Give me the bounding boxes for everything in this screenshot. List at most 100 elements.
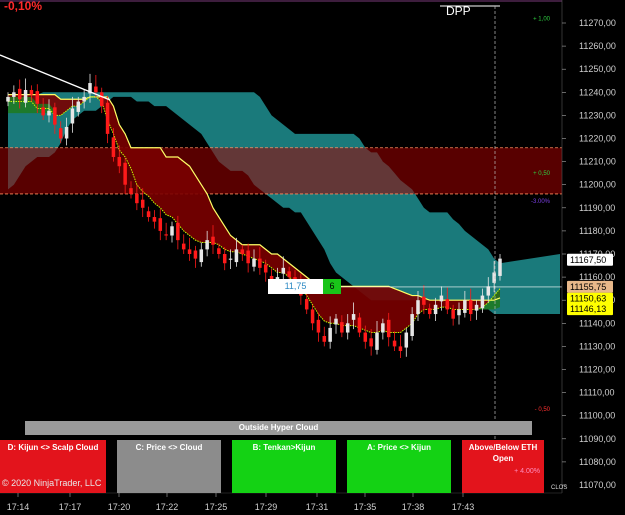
candle-body: [146, 211, 151, 218]
hyper-cloud-status-bar: Outside Hyper Cloud: [25, 421, 532, 435]
y-tick-label: 11080,00: [579, 457, 616, 467]
x-tick-label: 17:29: [255, 502, 278, 512]
x-tick-label: 17:35: [354, 502, 377, 512]
y-tick-label: 11070,00: [579, 480, 616, 490]
candle-body: [263, 264, 268, 273]
candle-body: [433, 304, 438, 315]
candle-body: [117, 156, 122, 167]
x-tick-label: 17:43: [452, 502, 475, 512]
candle-body: [439, 295, 444, 302]
candle-body: [486, 286, 491, 296]
y-tick-label: 11120,00: [579, 365, 615, 375]
signal-sub-label: + 4.00%: [514, 468, 540, 475]
candle-body: [70, 108, 75, 124]
candle-body: [176, 222, 180, 241]
candle-body: [480, 295, 485, 309]
candle-body: [468, 300, 473, 315]
candle-body: [474, 304, 479, 311]
zone-label: + 0,50: [533, 171, 551, 177]
candle-body: [492, 272, 496, 283]
candle-body: [345, 323, 350, 333]
candle-body: [205, 240, 209, 250]
y-tick-label: 11130,00: [579, 341, 615, 351]
candle-body: [82, 96, 86, 102]
candle-body: [304, 299, 309, 310]
y-tick-label: 11210,00: [579, 157, 616, 167]
candle-body: [211, 236, 215, 245]
y-tick-label: 11240,00: [579, 87, 616, 97]
candle-body: [170, 226, 174, 236]
y-tick-label: 11260,00: [579, 41, 616, 51]
candle-body: [152, 217, 157, 222]
candle-body: [252, 258, 256, 267]
x-tick-label: 17:20: [108, 502, 131, 512]
candle-body: [445, 299, 450, 310]
y-tick-label: 11100,00: [579, 411, 615, 421]
signal-price-kijun[interactable]: A: Price <> Kijun: [347, 440, 451, 493]
y-tick-label: 11250,00: [579, 64, 616, 74]
candle-body: [58, 128, 63, 139]
signal-label: D: Kijun <> Scalp Cloud: [7, 443, 99, 452]
candle-body: [369, 338, 373, 347]
signal-label: Above/Below ETH Open: [468, 443, 538, 463]
y-tick-label: 11190,00: [579, 203, 615, 213]
candle-body: [392, 340, 397, 347]
resistance-zone-band: [0, 147, 562, 194]
candle-body: [129, 188, 133, 194]
y-tick-label: 11140,00: [579, 318, 615, 328]
candle-body: [357, 317, 362, 333]
count-tag: 6: [323, 279, 341, 294]
candle-body: [328, 327, 332, 342]
candle-body: [12, 92, 16, 97]
y-tick-label: 11270,00: [579, 18, 616, 28]
candle-body: [457, 309, 461, 316]
candle-body: [41, 107, 45, 116]
candle-body: [76, 101, 81, 112]
candle-body: [386, 319, 391, 338]
signal-tenkan-kijun[interactable]: B: Tenkan>Kijun: [232, 440, 336, 493]
x-tick-label: 17:38: [402, 502, 425, 512]
candle-body: [340, 322, 344, 333]
candle-body: [404, 332, 409, 348]
price-tag-label: 11150,63: [570, 294, 606, 304]
percent-change-label: -0,10%: [4, 0, 43, 13]
candle-body: [222, 254, 227, 264]
price-tag-label: 11146,13: [570, 304, 606, 314]
signal-eth-open[interactable]: Above/Below ETH Open + 4.00%: [462, 440, 544, 493]
candle-body: [140, 199, 145, 208]
candle-body: [135, 193, 139, 204]
candle-body: [451, 309, 455, 319]
y-tick-label: 11110,00: [579, 388, 615, 398]
candle-body: [35, 91, 40, 104]
candle-body: [322, 336, 327, 342]
candle-body: [375, 332, 379, 350]
candle-body: [64, 126, 69, 139]
signal-label: B: Tenkan>Kijun: [252, 443, 316, 452]
candle-body: [498, 258, 502, 276]
y-tick-label: 11160,00: [579, 272, 615, 282]
candle-body: [181, 243, 186, 250]
y-tick-label: 11230,00: [579, 110, 616, 120]
y-tick-label: 11180,00: [579, 226, 615, 236]
candle-body: [217, 248, 221, 254]
candle-body: [310, 309, 315, 324]
candle-body: [187, 249, 192, 254]
value-tag: 11,75: [268, 279, 323, 294]
y-tick-label: 11090,00: [579, 434, 616, 444]
candle-body: [6, 96, 10, 102]
candle-body: [105, 102, 110, 134]
candle-body: [17, 88, 22, 100]
zone-label: - 0,50: [535, 407, 551, 413]
candle-body: [258, 258, 262, 268]
candle-body: [47, 110, 51, 116]
signal-price-cloud[interactable]: C: Price <> Cloud: [117, 440, 221, 493]
zone-label: + 1,00: [533, 16, 551, 22]
candle-body: [427, 308, 432, 315]
candle-body: [463, 300, 467, 313]
candle-body: [410, 314, 414, 337]
x-tick-label: 17:14: [7, 502, 30, 512]
price-chart[interactable]: 11070,00 11080,00 11090,00 11100,00 11110,00…: [0, 0, 625, 515]
x-tick-label: 17:25: [205, 502, 228, 512]
candle-body: [287, 271, 291, 278]
signal-label: C: Price <> Cloud: [135, 443, 203, 452]
